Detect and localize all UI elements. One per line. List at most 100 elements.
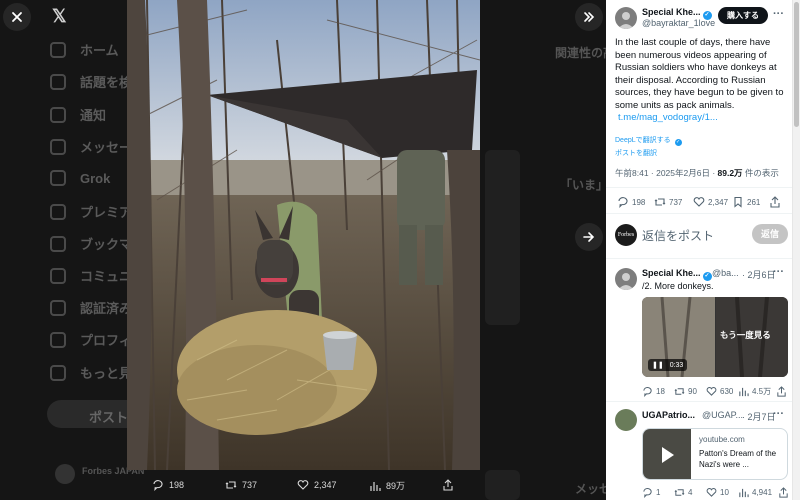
- more-options-icon[interactable]: ···: [773, 266, 784, 278]
- repost-icon: [674, 489, 685, 496]
- media-like-count: 2,347: [314, 480, 337, 490]
- reply2-avatar[interactable]: [615, 409, 637, 431]
- bookmark-count: 261: [747, 197, 761, 207]
- bookmark-button[interactable]: 261: [732, 196, 760, 208]
- repost-icon: [225, 481, 237, 489]
- card-domain: youtube.com: [699, 435, 745, 444]
- video-controls[interactable]: ❚❚ 0:33: [648, 359, 688, 371]
- reply-input[interactable]: 返信をポスト: [642, 227, 714, 244]
- like-button[interactable]: 2,347: [693, 196, 728, 208]
- scrollbar-thumb[interactable]: [794, 2, 799, 127]
- divider: [606, 213, 792, 214]
- reply-icon: [153, 480, 163, 491]
- tweet-views-suffix: 件の表示: [742, 168, 779, 178]
- reply2-author-name[interactable]: UGAPatrio...: [642, 410, 695, 420]
- tweet-detail-panel: Special Khe... ✓ @bayraktar_1love 購入する ··…: [606, 0, 800, 500]
- reply1-like-button[interactable]: 630: [706, 386, 733, 397]
- reply2-repost-button[interactable]: 4: [674, 487, 692, 498]
- reply2-like-button[interactable]: 10: [706, 487, 729, 498]
- reply1-handle[interactable]: @ba...: [712, 268, 739, 278]
- heart-icon: [706, 387, 717, 396]
- reply1-views-button[interactable]: 4.5万: [738, 386, 771, 397]
- more-options-icon[interactable]: ···: [773, 408, 784, 420]
- reply-icon: [618, 197, 628, 208]
- views-chart-icon: [739, 387, 749, 397]
- reply2-like-count: 10: [720, 488, 729, 497]
- pause-icon[interactable]: ❚❚: [652, 362, 664, 369]
- reply1-reply-count: 18: [656, 387, 665, 396]
- reply1-repost-button[interactable]: 90: [674, 386, 697, 397]
- repost-button[interactable]: 737: [654, 196, 682, 208]
- bg-trend-heading: 「いま」: [560, 178, 606, 192]
- divider: [606, 258, 792, 259]
- repost-icon: [654, 198, 666, 206]
- repost-count: 737: [669, 197, 683, 207]
- translate-post-link[interactable]: ポストを翻訳: [615, 148, 657, 158]
- reply2-reply-button[interactable]: 1: [642, 487, 660, 498]
- deepl-icon: ✓: [674, 139, 682, 146]
- media-views-button[interactable]: 89万: [369, 479, 405, 492]
- reply1-author-name[interactable]: Special Khe... ✓: [642, 268, 712, 281]
- reply-submit-button[interactable]: 返信: [752, 224, 788, 244]
- reply2-date[interactable]: · 2月7日: [742, 410, 776, 423]
- play-icon: [662, 447, 674, 463]
- my-avatar[interactable]: Forbes: [615, 224, 637, 246]
- bg-messages-label: メッセージ: [575, 482, 606, 496]
- divider: [606, 187, 792, 188]
- donkey-photo: [127, 0, 480, 470]
- like-count: 2,347: [708, 197, 729, 207]
- reply2-link-card[interactable]: youtube.com Patton's Dream of the Nazi's…: [642, 428, 788, 480]
- x-logo-icon: 𝕏: [52, 6, 67, 26]
- share-button[interactable]: [769, 196, 784, 208]
- media-repost-count: 737: [242, 480, 258, 490]
- card-thumbnail: [643, 429, 691, 479]
- reply1-avatar[interactable]: [615, 268, 637, 290]
- bg-feed-card: [485, 150, 520, 325]
- media-reply-button[interactable]: 198: [152, 479, 184, 491]
- deepl-translate-link[interactable]: DeepLで翻訳する ✓: [615, 135, 682, 146]
- reply1-date[interactable]: · 2月6日: [742, 268, 776, 281]
- tweet-time[interactable]: 午前8:41 · 2025年2月6日 ·: [615, 168, 718, 178]
- media-repost-button[interactable]: 737: [225, 479, 257, 491]
- media-reply-count: 198: [169, 480, 185, 490]
- bg-account-avatar: [55, 464, 75, 484]
- bg-nav-notifications: 通知: [50, 105, 106, 124]
- heart-icon: [693, 197, 705, 207]
- reply1-share-button[interactable]: [776, 386, 790, 397]
- reply2-share-button[interactable]: [778, 487, 792, 498]
- author-avatar[interactable]: [615, 7, 637, 29]
- divider: [606, 401, 792, 402]
- reply2-views-button[interactable]: 4,941: [738, 487, 772, 498]
- views-chart-icon: [370, 481, 381, 491]
- tweet-view-count: 89.2万: [717, 168, 743, 178]
- media-action-bar: 198 737 2,347 89万: [127, 472, 480, 500]
- reply2-handle[interactable]: @UGAP...: [702, 410, 743, 420]
- media-views-count: 89万: [386, 481, 406, 491]
- share-icon: [443, 479, 453, 491]
- tweet-link[interactable]: t.me/mag_vodogray/1...: [618, 112, 718, 123]
- bookmark-icon: [734, 196, 742, 208]
- author-handle[interactable]: @bayraktar_1love: [642, 18, 715, 28]
- share-icon: [770, 196, 780, 208]
- reply2-views-count: 4,941: [752, 488, 773, 497]
- reply1-views-count: 4.5万: [752, 387, 772, 396]
- media-like-button[interactable]: 2,347: [297, 479, 337, 491]
- next-image-arrow-icon[interactable]: [575, 223, 603, 251]
- tweet-photo[interactable]: [127, 0, 480, 470]
- reply1-video[interactable]: ❚❚ 0:33 もう一度見る: [642, 297, 788, 377]
- chevron-right-double-icon[interactable]: [575, 3, 603, 31]
- close-icon[interactable]: [3, 3, 31, 31]
- reply-button[interactable]: 198: [617, 196, 645, 208]
- more-options-icon[interactable]: ···: [773, 8, 784, 20]
- share-icon: [777, 386, 786, 397]
- panel-scrollbar[interactable]: [792, 0, 800, 500]
- reply1-reply-button[interactable]: 18: [642, 386, 665, 397]
- tweet-meta: 午前8:41 · 2025年2月6日 · 89.2万 件の表示: [615, 167, 779, 179]
- bg-nav-grok: Grok: [50, 170, 110, 186]
- reply-icon: [643, 487, 652, 498]
- views-chart-icon: [739, 488, 749, 498]
- tweet-text: In the last couple of days, there have b…: [615, 37, 784, 123]
- media-share-button[interactable]: [442, 479, 459, 491]
- buy-button[interactable]: 購入する: [718, 7, 768, 24]
- replay-label[interactable]: もう一度見る: [720, 329, 771, 341]
